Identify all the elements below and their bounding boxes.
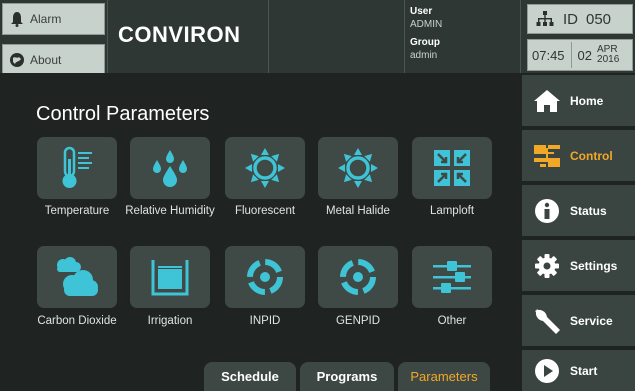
user-value: ADMIN <box>410 19 443 30</box>
pid-cycle-icon <box>243 255 287 299</box>
sidebar-item-label: Settings <box>570 258 618 273</box>
lamploft-tile[interactable] <box>412 137 492 199</box>
pid-cycle-icon <box>336 255 380 299</box>
sidebar-item-label: Start <box>570 363 598 378</box>
datetime-divider <box>570 42 572 68</box>
sidebar-item-home[interactable]: Home <box>522 75 635 126</box>
sidebar-item-label: Home <box>570 93 604 108</box>
sidebar-item-status[interactable]: Status <box>522 185 635 236</box>
control-icon <box>532 143 562 169</box>
inpid-label: INPID <box>249 315 281 327</box>
id-value: 050 <box>586 10 612 28</box>
year-value: 2016 <box>597 54 620 65</box>
id-label: ID <box>563 10 578 28</box>
thermometer-icon <box>57 145 97 191</box>
fluorescent-label: Fluorescent <box>234 205 296 217</box>
home-icon <box>532 89 562 113</box>
metal-halide-tile[interactable] <box>318 137 398 199</box>
fluorescent-tile[interactable] <box>225 137 305 199</box>
humidity-tile[interactable] <box>130 137 210 199</box>
alarm-label: Alarm <box>30 12 62 26</box>
temperature-label: Temperature <box>44 205 110 217</box>
water-container-icon <box>149 256 191 298</box>
irrigation-tile[interactable] <box>130 246 210 308</box>
sidebar-item-settings[interactable]: Settings <box>522 240 635 291</box>
page-title: Control Parameters <box>36 103 210 125</box>
group-label: Group <box>410 37 440 48</box>
sliders-icon <box>431 258 473 296</box>
other-tile[interactable] <box>412 246 492 308</box>
info-icon <box>532 198 562 224</box>
alarm-button[interactable]: Alarm <box>2 3 105 35</box>
sidebar-item-start[interactable]: Start <box>522 350 635 391</box>
group-value: admin <box>410 50 438 61</box>
tab-label: Programs <box>316 369 378 384</box>
inpid-tile[interactable] <box>225 246 305 308</box>
about-label: About <box>30 53 62 67</box>
user-label: User <box>410 6 433 17</box>
tab-schedule[interactable]: Schedule <box>204 362 296 391</box>
irrigation-label: Irrigation <box>147 315 193 327</box>
play-icon <box>532 358 562 384</box>
datetime-box[interactable]: 07:45 02 APR 2016 <box>527 39 633 71</box>
tab-label: Parameters <box>410 369 478 384</box>
gear-icon <box>532 253 562 279</box>
sidebar-item-label: Status <box>570 203 607 218</box>
droplets-icon <box>148 148 192 188</box>
clouds-icon <box>54 256 100 298</box>
network-id-box[interactable]: ID 050 <box>527 4 633 34</box>
header-divider <box>107 0 108 73</box>
user-info: User ADMIN Group admin <box>405 0 520 73</box>
carbon-dioxide-label: Carbon Dioxide <box>37 315 117 327</box>
sidebar-item-label: Control <box>570 148 613 163</box>
globe-icon <box>9 52 25 68</box>
sidebar-item-label: Service <box>570 313 613 328</box>
lamploft-label: Lamploft <box>429 205 475 217</box>
sidebar-item-control[interactable]: Control <box>522 130 635 181</box>
day-value: 02 <box>577 47 593 63</box>
sidebar-item-service[interactable]: Service <box>522 295 635 346</box>
tab-parameters[interactable]: Parameters <box>398 362 490 391</box>
time-value: 07:45 <box>532 47 565 63</box>
sun-icon <box>336 146 380 190</box>
metal-halide-label: Metal Halide <box>326 205 390 217</box>
humidity-label: Relative Humidity <box>125 205 215 217</box>
genpid-tile[interactable] <box>318 246 398 308</box>
network-icon <box>536 11 554 27</box>
about-button[interactable]: About <box>2 44 105 76</box>
header-divider <box>268 0 269 73</box>
lamploft-grid-icon <box>432 148 472 188</box>
temperature-tile[interactable] <box>37 137 117 199</box>
tab-label: Schedule <box>221 369 279 384</box>
carbon-dioxide-tile[interactable] <box>37 246 117 308</box>
wrench-icon <box>532 307 562 335</box>
genpid-label: GENPID <box>335 315 381 327</box>
other-label: Other <box>437 315 467 327</box>
sun-icon <box>243 146 287 190</box>
tab-programs[interactable]: Programs <box>300 362 394 391</box>
bell-icon <box>9 11 25 27</box>
header-divider <box>520 0 521 73</box>
conviron-logo: CONVIRON <box>118 22 241 47</box>
